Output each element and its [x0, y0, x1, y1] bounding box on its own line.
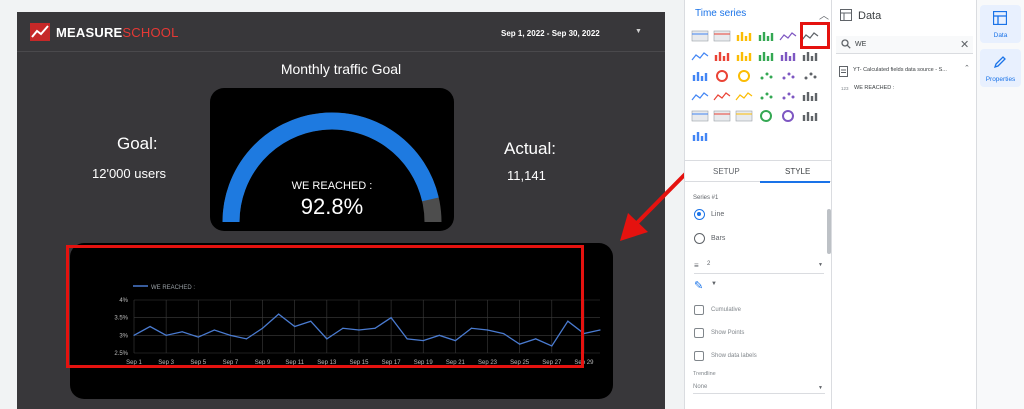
tab-style[interactable]: STYLE: [785, 167, 810, 176]
chart-type-gauge-icon[interactable]: [757, 109, 775, 123]
chart-type-bar-chart-icon[interactable]: [735, 49, 753, 63]
table-icon: [840, 9, 852, 21]
line-weight-icon: ≡: [694, 261, 699, 270]
datasource-name[interactable]: YT- Calculated fields data source - S...: [853, 67, 947, 73]
chart-type-progress-icon[interactable]: [801, 109, 819, 123]
line-color-caret-icon[interactable]: ▼: [711, 281, 717, 287]
chart-picker-panel: Time series ︿ SETUP STYLE Series #1 Line…: [684, 0, 833, 409]
checkbox-show-data-labels-label: Show data labels: [711, 353, 757, 359]
right-rail: Data Properties: [977, 0, 1024, 409]
chart-type-pivot-bars-icon[interactable]: [735, 109, 753, 123]
chart-type-area-chart-icon[interactable]: [691, 89, 709, 103]
trendline-select[interactable]: None: [693, 384, 707, 390]
rail-properties-button[interactable]: Properties: [980, 49, 1021, 87]
search-icon: [841, 39, 851, 49]
trendline-label: Trendline: [693, 371, 716, 377]
rail-data-button[interactable]: Data: [980, 5, 1021, 43]
checkbox-show-points[interactable]: [694, 328, 704, 338]
chart-type-table-heatmap-icon[interactable]: [713, 29, 731, 43]
line-color-icon[interactable]: ✎: [694, 279, 703, 292]
chart-type-bubble-map-icon[interactable]: [779, 69, 797, 83]
data-table-icon: [993, 11, 1007, 25]
picker-title: Time series: [695, 8, 747, 19]
chart-type-pivot-table-icon[interactable]: [691, 109, 709, 123]
chart-type-scorecard-compact-icon[interactable]: [757, 29, 775, 43]
chart-type-percent-area-icon[interactable]: [735, 89, 753, 103]
radio-bars[interactable]: [694, 233, 705, 244]
line-weight-caret-icon[interactable]: ▼: [818, 262, 823, 268]
chart-type-bubble-chart-icon[interactable]: [779, 89, 797, 103]
chart-type-combo-chart-icon[interactable]: [713, 49, 731, 63]
chart-type-bullet-chart-icon[interactable]: [801, 89, 819, 103]
annotation-highlight-chart-type: [800, 22, 830, 49]
chart-type-stacked-area-icon[interactable]: [713, 89, 731, 103]
line-weight-underline: [694, 273, 824, 274]
series-heading: Series #1: [693, 195, 719, 201]
chart-type-scorecard-icon[interactable]: [735, 29, 753, 43]
checkbox-show-points-label: Show Points: [711, 330, 745, 336]
checkbox-cumulative[interactable]: [694, 305, 704, 315]
chart-type-stacked-bar-icon[interactable]: [757, 49, 775, 63]
expand-collapse-icon[interactable]: ⌃: [964, 64, 970, 72]
chart-type-scatter-chart-icon[interactable]: [757, 89, 775, 103]
checkbox-show-data-labels[interactable]: [694, 351, 704, 361]
chart-type-percent-column-icon[interactable]: [691, 69, 709, 83]
style-scrollbar[interactable]: [827, 209, 831, 254]
rail-data-label: Data: [993, 32, 1008, 39]
radio-bars-label: Bars: [711, 235, 726, 242]
chart-type-column-chart-icon[interactable]: [779, 49, 797, 63]
checkbox-cumulative-label: Cumulative: [711, 307, 742, 313]
tab-setup[interactable]: SETUP: [713, 167, 740, 176]
field-type-icon: 123: [841, 86, 849, 91]
chart-type-gauge-alt-icon[interactable]: [779, 109, 797, 123]
tab-bar: SETUP STYLE: [685, 160, 833, 183]
chart-type-treemap-icon[interactable]: [801, 69, 819, 83]
style-panel: Series #1 Line Bars ≡ 2 ▼ ✎ ▼ Cumulative…: [685, 183, 833, 409]
clear-icon[interactable]: ✕: [960, 38, 969, 51]
chart-type-stacked-column-icon[interactable]: [801, 49, 819, 63]
trendline-caret-icon[interactable]: ▼: [818, 385, 823, 391]
collapse-icon[interactable]: ︿: [819, 7, 829, 22]
field-item[interactable]: WE REACHED :: [854, 85, 894, 91]
chart-type-meter-icon[interactable]: [691, 129, 709, 143]
chart-type-line-chart-icon[interactable]: [691, 49, 709, 63]
radio-line-label: Line: [711, 211, 725, 218]
datasource-icon: [839, 66, 848, 77]
field-search-input[interactable]: WE ✕: [836, 36, 973, 54]
data-panel-title: Data: [858, 10, 882, 22]
data-panel: Data WE ✕ YT- Calculated fields data sou…: [832, 0, 977, 409]
search-value: WE: [855, 41, 867, 48]
chart-type-donut-chart-icon[interactable]: [735, 69, 753, 83]
chart-type-pie-chart-icon[interactable]: [713, 69, 731, 83]
rail-properties-label: Properties: [985, 76, 1016, 83]
pencil-icon: [993, 56, 1006, 69]
trendline-underline: [693, 393, 825, 394]
chart-type-time-series-icon[interactable]: [779, 29, 797, 43]
radio-line[interactable]: [694, 209, 705, 220]
screen: MEASURE SCHOOL Sep 1, 2022 - Sep 30, 2022…: [0, 0, 1024, 409]
chart-type-geo-map-icon[interactable]: [757, 69, 775, 83]
chart-type-heatmap-pivot-icon[interactable]: [713, 109, 731, 123]
line-weight-select[interactable]: 2: [707, 261, 710, 267]
chart-type-table-icon[interactable]: [691, 29, 709, 43]
